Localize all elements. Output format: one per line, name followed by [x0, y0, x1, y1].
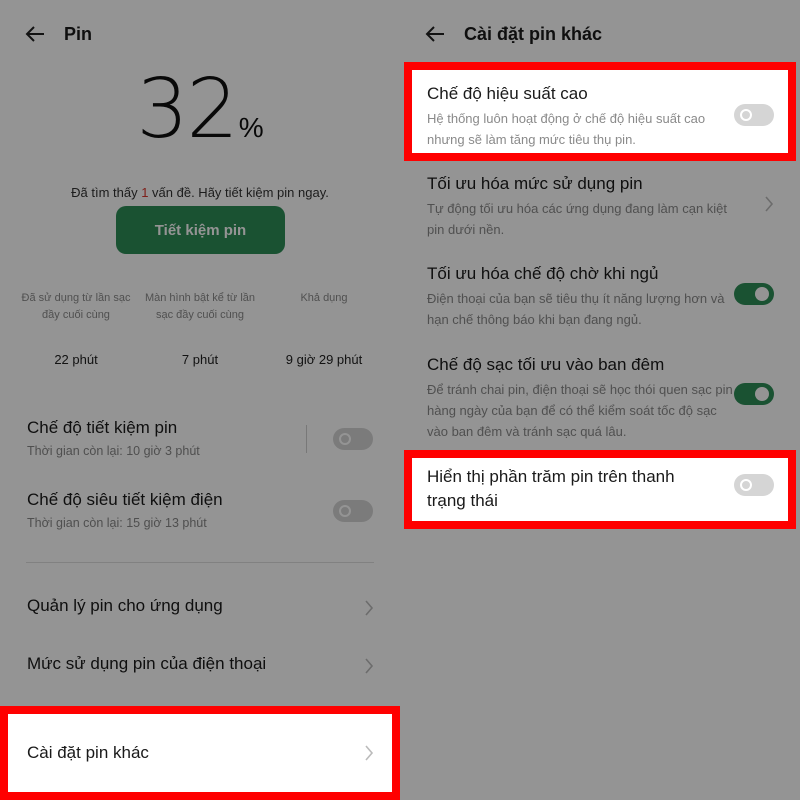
app-battery-title: Quản lý pin cho ứng dụng — [27, 596, 223, 615]
app-battery-management-row[interactable]: Quản lý pin cho ứng dụng — [0, 596, 400, 616]
night-charging-subtitle: Để tránh chai pin, điện thoại sẽ học thó… — [427, 382, 733, 439]
show-percent-toggle[interactable] — [734, 474, 774, 496]
issue-prefix: Đã tìm thấy — [71, 185, 142, 200]
stat-label: Màn hình bật kể từ lần sạc đầy cuối cùng — [144, 292, 256, 321]
toggle-knob — [755, 387, 769, 401]
page-title: Cài đặt pin khác — [464, 23, 603, 44]
super-saving-toggle[interactable] — [333, 500, 373, 522]
optimize-usage-subtitle: Tự động tối ưu hóa các ứng dụng đang làm… — [427, 201, 728, 237]
toggle-knob — [740, 109, 752, 121]
divider — [306, 425, 307, 453]
sleep-standby-title: Tối ưu hóa chế độ chờ khi ngủ — [427, 264, 659, 283]
toggle-knob — [339, 433, 351, 445]
toggle-knob — [740, 479, 752, 491]
stat-value: 7 phút — [181, 352, 219, 367]
battery-screen: Pin 32% Đã tìm thấy 1 vấn đề. Hãy tiết k… — [0, 0, 400, 800]
show-battery-percent-row[interactable]: Hiển thị phần trăm pin trên thanh trạng … — [404, 450, 796, 529]
settings-header: Cài đặt pin khác — [424, 18, 602, 50]
optimize-usage-title: Tối ưu hóa mức sử dụng pin — [427, 174, 643, 193]
chevron-right-icon — [365, 600, 374, 616]
stat-screen-on: Màn hình bật kể từ lần sạc đầy cuối cùng… — [138, 290, 262, 367]
stat-label: Khả dụng — [300, 292, 348, 304]
high-performance-mode-row[interactable]: Chế độ hiệu suất cao Hệ thống luôn hoạt … — [404, 62, 796, 161]
power-saving-toggle[interactable] — [333, 428, 373, 450]
stat-available: Khả dụng 9 giờ 29 phút — [262, 290, 386, 367]
back-arrow-icon[interactable] — [24, 23, 46, 45]
night-charging-title: Chế độ sạc tối ưu vào ban đêm — [427, 355, 665, 374]
divider — [26, 562, 374, 563]
battery-percent-value: 32 — [136, 62, 238, 157]
night-charging-toggle[interactable] — [734, 383, 774, 405]
back-arrow-icon[interactable] — [424, 23, 446, 45]
high-performance-subtitle: Hệ thống luôn hoạt động ở chế độ hiệu su… — [427, 111, 706, 147]
other-battery-settings-screen: Cài đặt pin khác Tối ưu hóa mức sử dụng … — [400, 0, 800, 800]
save-battery-button[interactable]: Tiết kiệm pin — [116, 206, 285, 254]
chevron-right-icon — [765, 196, 774, 212]
stat-value: 9 giờ 29 phút — [285, 352, 363, 367]
chevron-right-icon — [365, 658, 374, 674]
toggle-knob — [755, 287, 769, 301]
stat-value: 22 phút — [54, 352, 98, 367]
other-settings-title: Cài đặt pin khác — [27, 743, 149, 762]
stat-label: Đã sử dụng từ lần sạc đầy cuối cùng — [21, 292, 131, 321]
phone-usage-title: Mức sử dụng pin của điện thoại — [27, 654, 267, 673]
usage-stats: Đã sử dụng từ lần sạc đầy cuối cùng 22 p… — [14, 290, 386, 367]
high-performance-title: Chế độ hiệu suất cao — [427, 84, 588, 103]
sleep-standby-subtitle: Điện thoại của bạn sẽ tiêu thụ ít năng l… — [427, 291, 725, 327]
high-performance-text: Chế độ hiệu suất cao Hệ thống luôn hoạt … — [427, 84, 727, 150]
battery-percent-unit: % — [238, 112, 264, 143]
phone-battery-usage-row[interactable]: Mức sử dụng pin của điện thoại — [0, 654, 400, 674]
battery-header: Pin — [24, 18, 92, 50]
page-title: Pin — [64, 23, 93, 44]
stat-used-since-charge: Đã sử dụng từ lần sạc đầy cuối cùng 22 p… — [14, 290, 138, 367]
battery-percent: 32% — [0, 62, 400, 157]
issue-message: Đã tìm thấy 1 vấn đề. Hãy tiết kiệm pin … — [0, 185, 400, 200]
other-battery-settings-row[interactable]: Cài đặt pin khác — [0, 706, 400, 800]
optimize-battery-usage-row[interactable]: Tối ưu hóa mức sử dụng pin Tự động tối ư… — [400, 174, 800, 240]
high-performance-toggle[interactable] — [734, 104, 774, 126]
chevron-right-icon — [365, 745, 374, 761]
show-percent-title: Hiển thị phần trăm pin trên thanh trạng … — [427, 467, 675, 510]
issue-suffix: vấn đề. Hãy tiết kiệm pin ngay. — [148, 185, 329, 200]
sleep-standby-toggle[interactable] — [734, 283, 774, 305]
toggle-knob — [339, 505, 351, 517]
